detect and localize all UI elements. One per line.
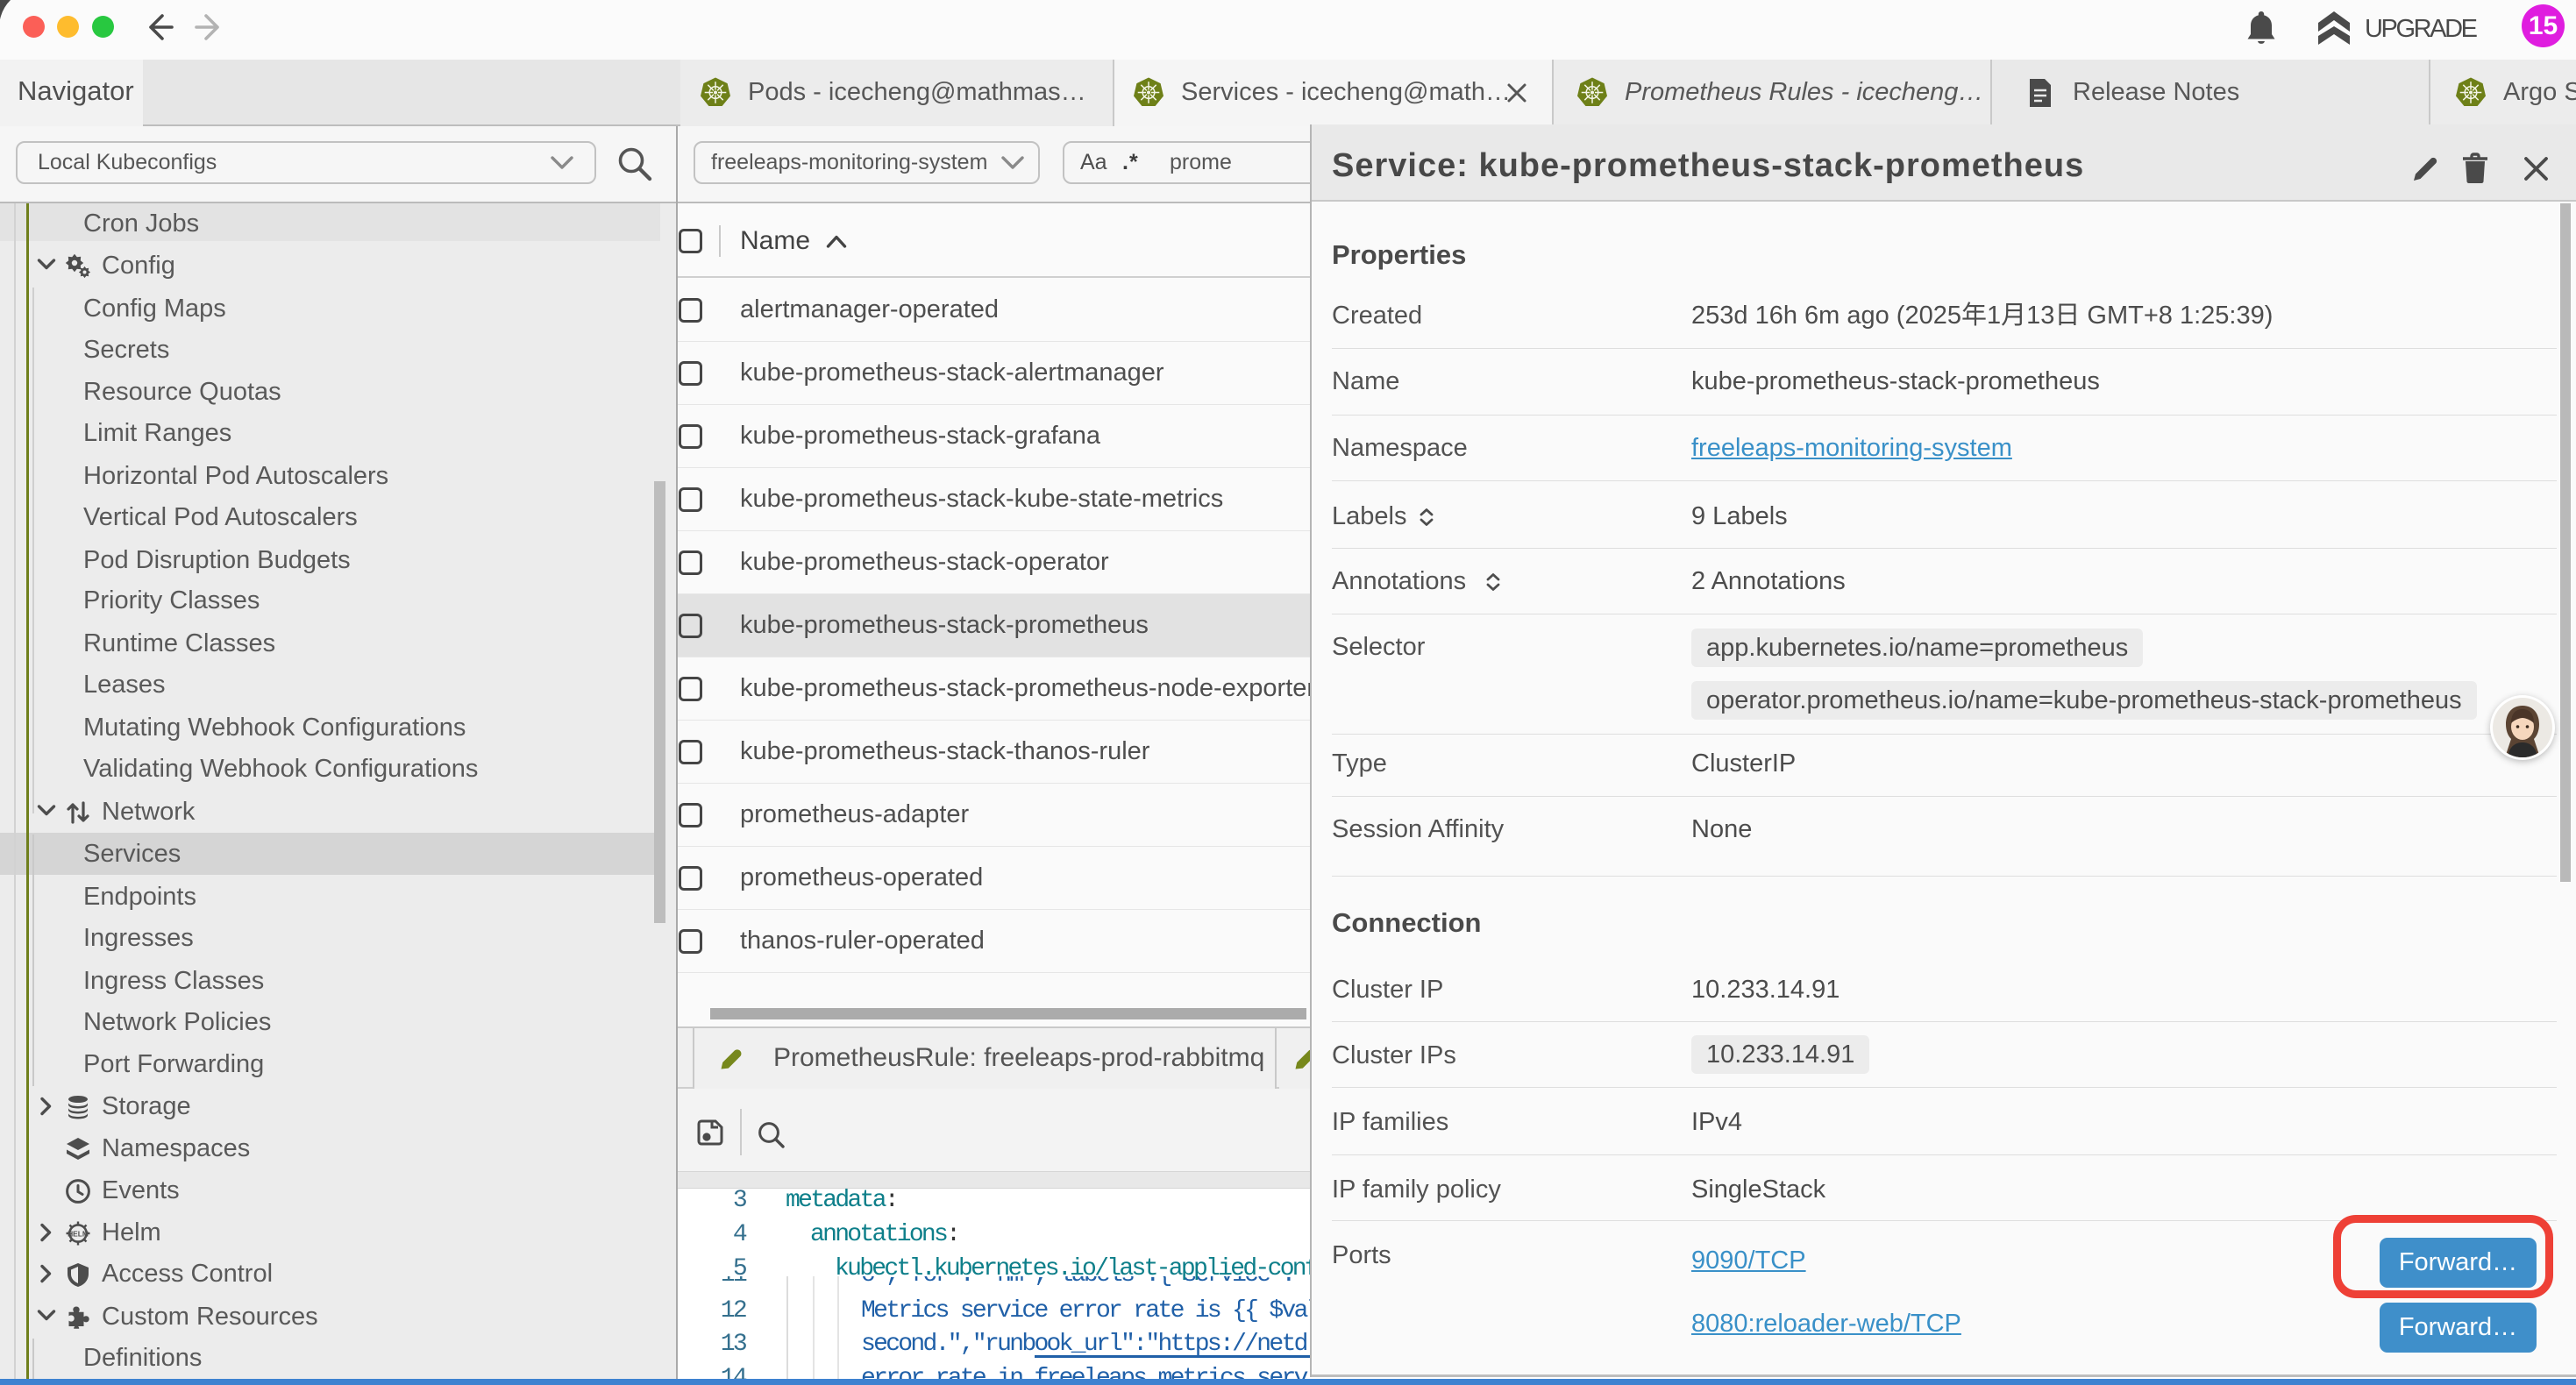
- svg-text:HELM: HELM: [68, 1230, 89, 1239]
